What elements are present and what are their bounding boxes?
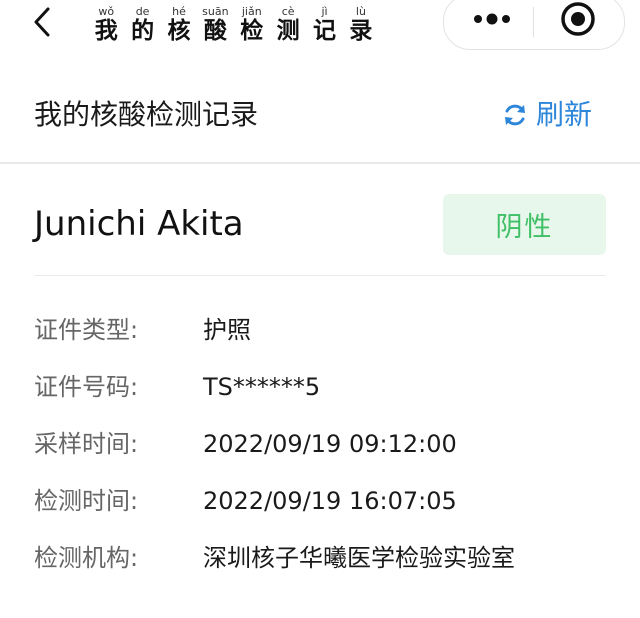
info-label: 检测时间: [34, 487, 139, 515]
result-text: 阴性 [495, 212, 554, 243]
info-label: 证件类型: [34, 316, 139, 344]
refresh-label: 刷新 [536, 98, 593, 131]
page-header: 我的核酸检测记录 刷新 [0, 78, 640, 152]
info-value: 2022/09/19 16:07:05 [203, 487, 457, 515]
info-row-sampling-time: 采样时间: 2022/09/19 09:12:00 [34, 422, 624, 479]
section-divider [0, 162, 640, 164]
nav-title-char: cè 测 [276, 5, 300, 44]
info-value: 2022/09/19 09:12:00 [203, 430, 457, 458]
target-close-icon [561, 2, 595, 36]
nav-title-char: suān 酸 [202, 5, 229, 44]
person-name: Junichi Akita [34, 204, 244, 244]
record-info-list: 证件类型: 护照 证件号码: TS******5 采样时间: 2022/09/1… [34, 308, 624, 593]
refresh-button[interactable]: 刷新 [502, 95, 592, 135]
info-label: 检测机构: [34, 544, 139, 572]
info-label: 采样时间: [34, 430, 139, 458]
nav-title-char: jiǎn 检 [240, 5, 264, 44]
refresh-icon [505, 104, 525, 126]
nav-title-char: lù 录 [349, 5, 373, 44]
nav-title: wǒ 我 de 的 hé 核 suān 酸 jiǎn 检 cè 测 jì 记 lù 录 [88, 0, 379, 44]
nav-title-char: hé 核 [167, 5, 191, 44]
more-dots-icon [474, 13, 510, 25]
info-row-testing-agency: 检测机构: 深圳核子华曦医学检验实验室 [34, 536, 624, 593]
capsule-divider [533, 7, 534, 37]
info-value: 深圳核子华曦医学检验实验室 [203, 544, 515, 572]
close-mini-program-button[interactable] [556, 0, 600, 39]
chevron-left-icon [34, 7, 50, 37]
navigation-bar: wǒ 我 de 的 hé 核 suān 酸 jiǎn 检 cè 测 jì 记 lù 录 [0, 0, 640, 50]
nav-title-char: de 的 [131, 5, 155, 44]
back-button[interactable] [28, 4, 56, 40]
info-value: 护照 [203, 316, 251, 344]
info-row-id-number: 证件号码: TS******5 [34, 365, 624, 422]
info-row-testing-time: 检测时间: 2022/09/19 16:07:05 [34, 479, 624, 536]
info-value: TS******5 [203, 373, 321, 401]
nav-title-char: jì 记 [313, 5, 337, 44]
card-divider [34, 275, 606, 276]
mini-program-capsule [443, 0, 625, 50]
info-row-id-type: 证件类型: 护照 [34, 308, 624, 365]
result-badge: 阴性 [443, 194, 606, 255]
more-button[interactable] [462, 1, 522, 37]
page-title: 我的核酸检测记录 [34, 98, 259, 131]
info-label: 证件号码: [34, 373, 139, 401]
nav-title-char: wǒ 我 [94, 5, 118, 44]
